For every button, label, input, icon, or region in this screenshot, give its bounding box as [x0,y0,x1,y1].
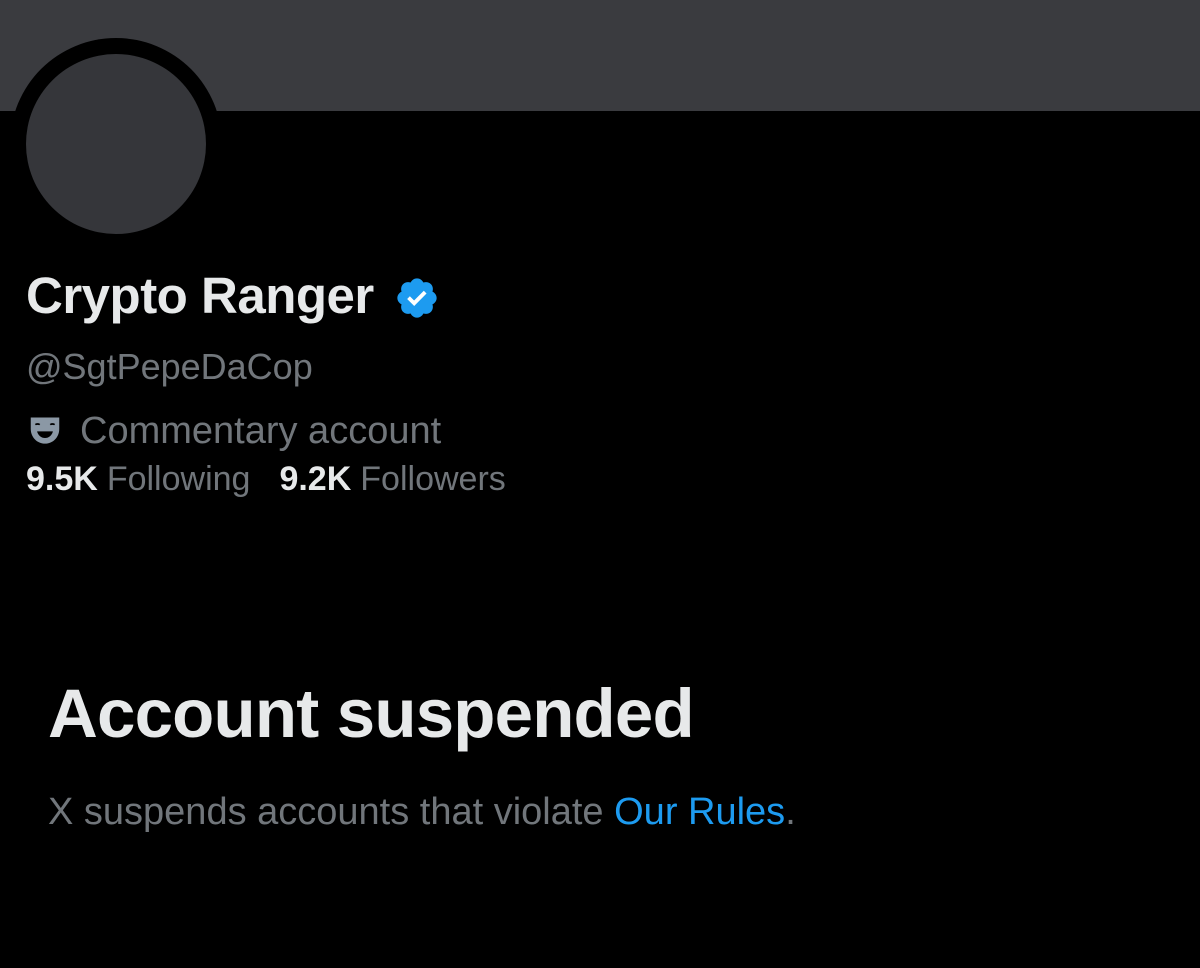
following-link[interactable]: 9.5K Following [26,457,250,501]
display-name-row: Crypto Ranger [26,266,440,326]
profile-handle: @SgtPepeDaCop [26,346,313,387]
our-rules-link[interactable]: Our Rules [614,791,785,833]
follow-stats: 9.5K Following 9.2K Followers [26,457,506,501]
avatar[interactable] [26,54,206,234]
following-count: 9.5K [26,460,98,498]
profile-page: Crypto Ranger @SgtPepeDaCop Commentary a… [0,0,1200,968]
followers-label: Followers [360,460,506,498]
suspended-message: X suspends accounts that violate Our Rul… [48,788,796,836]
account-label-row[interactable]: Commentary account [26,409,441,453]
account-label-text: Commentary account [80,410,442,452]
verified-badge-icon[interactable] [394,275,440,321]
suspended-title: Account suspended [48,675,695,752]
following-label: Following [106,460,251,498]
suspended-message-text: X suspends accounts that violate [48,791,615,833]
followers-link[interactable]: 9.2K Followers [279,457,505,501]
followers-count: 9.2K [279,460,352,498]
display-name: Crypto Ranger [26,267,374,324]
theater-mask-icon [26,412,64,450]
suspended-message-suffix: . [785,791,796,833]
